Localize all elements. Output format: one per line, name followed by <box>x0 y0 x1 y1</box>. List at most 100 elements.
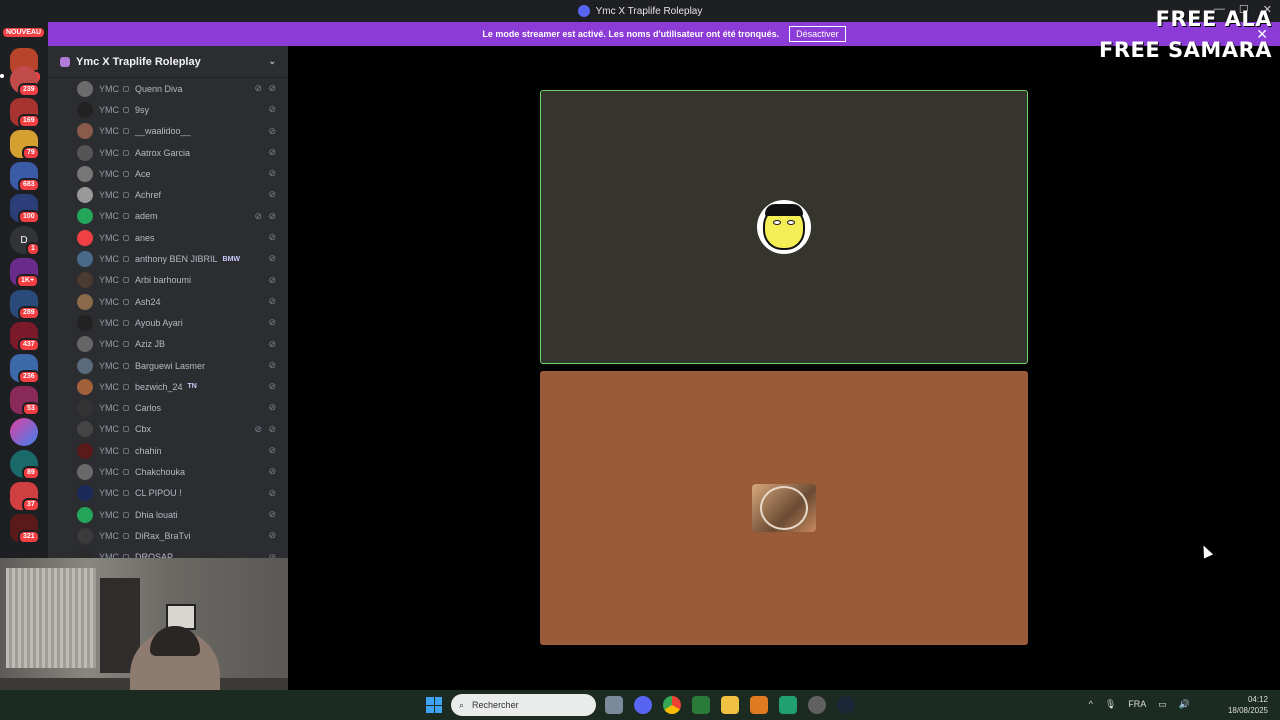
volume-icon[interactable]: 🔊 <box>1179 699 1190 710</box>
separator-icon <box>123 511 129 518</box>
member-name: DiRax_BraTvi <box>135 530 191 541</box>
separator-icon <box>123 277 129 284</box>
member-prefix: YMC <box>99 168 119 179</box>
deafened-icon: ⊘ <box>254 423 262 434</box>
taskbar-search[interactable]: ⌕ Rechercher <box>451 694 596 716</box>
disable-streamer-mode-button[interactable]: Désactiver <box>789 26 846 42</box>
overlay-line-2: FREE SAMARA <box>1099 38 1272 62</box>
muted-icon: ⊘ <box>268 508 276 519</box>
member-row[interactable]: YMC Ayoub Ayari ⊘ <box>48 312 288 333</box>
separator-icon <box>123 170 129 177</box>
badge: 236 <box>18 370 40 384</box>
member-avatar <box>77 101 93 118</box>
member-row[interactable]: YMC CL PIPOU ! ⊘ <box>48 483 288 504</box>
member-prefix: YMC <box>99 317 119 328</box>
member-list: YMC Quenn Diva ⊘ ⊘ YMC 9sy ⊘ YMC __waalidoo__ ⊘ YM… <box>48 78 288 558</box>
member-prefix: YMC <box>99 530 119 541</box>
server-header[interactable]: Ymc X Traplife Roleplay ⌄ <box>48 46 288 78</box>
member-row[interactable]: YMC DROSAP ⊘ <box>48 547 288 558</box>
member-avatar <box>77 144 93 161</box>
member-name: Cbx <box>135 424 152 435</box>
participant-avatar <box>752 484 816 532</box>
member-row[interactable]: YMC adem ⊘ ⊘ <box>48 206 288 227</box>
muted-icon: ⊘ <box>268 317 276 328</box>
muted-icon: ⊘ <box>268 381 276 392</box>
app-icon[interactable] <box>779 696 797 714</box>
member-name: __waalidoo__ <box>135 126 191 137</box>
member-name: Aatrox Garcia <box>135 147 191 158</box>
member-row[interactable]: YMC Ace ⊘ <box>48 163 288 184</box>
member-row[interactable]: YMC Barguewi Lasmer ⊘ <box>48 355 288 376</box>
member-name: Chakchouka <box>135 466 186 477</box>
chrome-icon[interactable] <box>663 696 681 714</box>
new-badge: NOUVEAU <box>3 28 45 37</box>
member-prefix: YMC <box>99 381 119 392</box>
member-prefix: YMC <box>99 275 119 286</box>
badge: 53 <box>22 402 40 416</box>
member-name: Arbi barhoumi <box>135 275 192 286</box>
member-row[interactable]: YMC Ash24 ⊘ <box>48 291 288 312</box>
badge: 437 <box>18 338 40 352</box>
title-bar: Ymc X Traplife Roleplay — ☐ ✕ <box>0 0 1280 22</box>
member-row[interactable]: YMC bezwich_24 TN ⊘ <box>48 376 288 397</box>
clock-time: 04:12 <box>1247 695 1268 704</box>
badge: 100 <box>18 210 40 224</box>
chevron-down-icon[interactable]: ⌄ <box>268 56 276 67</box>
chevron-up-icon[interactable]: ^ <box>1089 699 1093 710</box>
member-name: Ash24 <box>135 296 161 307</box>
overlay-line-1: FREE ALA <box>1155 7 1272 31</box>
task-view-icon[interactable] <box>605 696 623 714</box>
muted-icon: ⊘ <box>268 423 276 434</box>
member-avatar <box>77 123 93 140</box>
network-icon[interactable]: ▭ <box>1158 699 1167 710</box>
member-avatar <box>77 549 93 558</box>
member-name: Aziz JB <box>135 339 166 350</box>
member-name: chahin <box>135 445 162 456</box>
member-name: Achref <box>135 190 162 201</box>
rockstar-icon[interactable] <box>808 696 826 714</box>
muted-icon: ⊘ <box>268 274 276 285</box>
member-row[interactable]: YMC anthony BEN JIBRIL BMW ⊘ <box>48 248 288 269</box>
member-row[interactable]: YMC Quenn Diva ⊘ ⊘ <box>48 78 288 99</box>
server-icon[interactable] <box>10 418 38 446</box>
muted-icon: ⊘ <box>268 125 276 136</box>
separator-icon <box>123 426 129 433</box>
member-row[interactable]: YMC Aziz JB ⊘ <box>48 334 288 355</box>
badge: 289 <box>18 306 40 320</box>
member-avatar <box>77 336 93 353</box>
member-row[interactable]: YMC Arbi barhoumi ⊘ <box>48 270 288 291</box>
participant-tile-speaking[interactable] <box>540 90 1028 364</box>
member-row[interactable]: YMC Cbx ⊘ ⊘ <box>48 419 288 440</box>
separator-icon <box>123 362 129 369</box>
member-row[interactable]: YMC Aatrox Garcia ⊘ <box>48 142 288 163</box>
member-name: bezwich_24 <box>135 381 183 392</box>
member-row[interactable]: YMC chahin ⊘ <box>48 440 288 461</box>
file-explorer-icon[interactable] <box>721 696 739 714</box>
windows-start-icon[interactable] <box>426 697 442 713</box>
language-indicator[interactable]: FRA <box>1128 699 1146 710</box>
member-row[interactable]: YMC anes ⊘ <box>48 227 288 248</box>
nvidia-icon[interactable] <box>692 696 710 714</box>
member-row[interactable]: YMC Achref ⊘ <box>48 184 288 205</box>
search-icon: ⌕ <box>459 699 465 710</box>
muted-icon: ⊘ <box>268 83 276 93</box>
separator-icon <box>123 405 129 412</box>
server-badge-icon <box>60 56 70 67</box>
steam-icon[interactable] <box>837 696 855 714</box>
badge: 169 <box>18 114 40 128</box>
member-row[interactable]: YMC Chakchouka ⊘ <box>48 461 288 482</box>
deafened-icon: ⊘ <box>254 210 262 221</box>
participant-avatar <box>757 200 811 254</box>
badge: 683 <box>18 178 40 192</box>
separator-icon <box>123 85 129 92</box>
app-icon[interactable] <box>750 696 768 714</box>
member-row[interactable]: YMC Dhia louati ⊘ <box>48 504 288 525</box>
participant-tile[interactable] <box>540 371 1028 645</box>
member-row[interactable]: YMC __waalidoo__ ⊘ <box>48 121 288 142</box>
taskbar-clock[interactable]: 04:12 18/08/2025 <box>1228 694 1268 716</box>
member-row[interactable]: YMC Carlos ⊘ <box>48 397 288 418</box>
microphone-icon[interactable]: 🎙 <box>1105 699 1116 710</box>
member-row[interactable]: YMC 9sy ⊘ <box>48 99 288 120</box>
member-row[interactable]: YMC DiRax_BraTvi ⊘ <box>48 525 288 546</box>
discord-icon[interactable] <box>634 696 652 714</box>
